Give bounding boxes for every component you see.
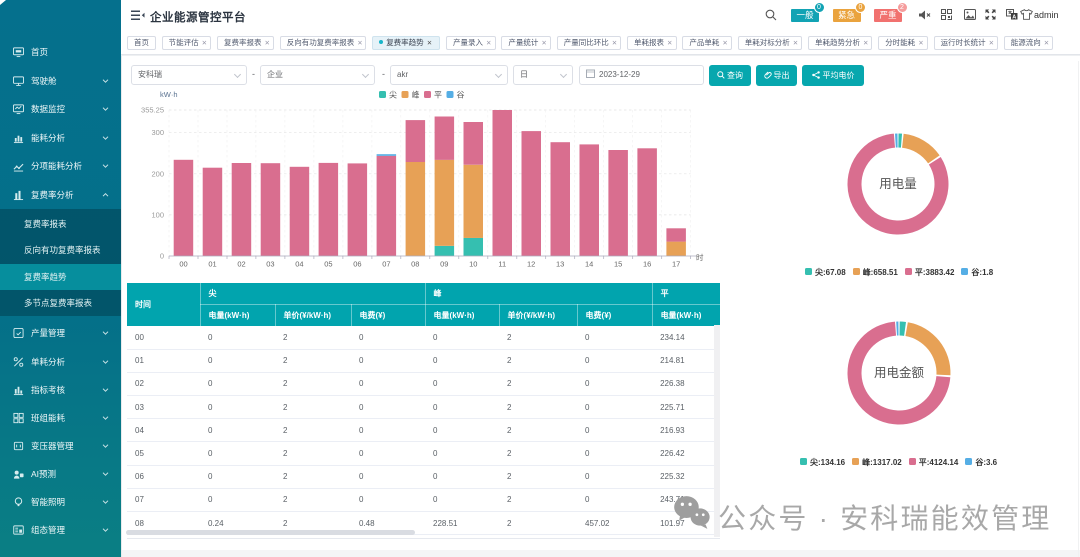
svg-text:峰: 峰 bbox=[412, 90, 420, 100]
svg-text:300: 300 bbox=[151, 128, 164, 137]
svg-text:A: A bbox=[1012, 14, 1016, 20]
svg-text:尖: 尖 bbox=[389, 90, 397, 100]
svg-text:kW·h: kW·h bbox=[160, 90, 178, 99]
svg-text:05: 05 bbox=[324, 260, 332, 269]
svg-text:13: 13 bbox=[556, 260, 564, 269]
svg-text:16: 16 bbox=[643, 260, 651, 269]
svg-text:用电金额: 用电金额 bbox=[874, 365, 925, 380]
svg-text:12: 12 bbox=[527, 260, 535, 269]
svg-text:200: 200 bbox=[151, 169, 164, 178]
svg-text:0: 0 bbox=[160, 252, 164, 261]
svg-text:07: 07 bbox=[382, 260, 390, 269]
svg-text:09: 09 bbox=[440, 260, 448, 269]
svg-text:00: 00 bbox=[179, 260, 187, 269]
svg-text:03: 03 bbox=[266, 260, 274, 269]
svg-text:11: 11 bbox=[498, 260, 506, 269]
svg-text:用电量: 用电量 bbox=[879, 177, 917, 191]
svg-text:时: 时 bbox=[696, 252, 704, 262]
svg-text:15: 15 bbox=[614, 260, 622, 269]
svg-text:04: 04 bbox=[295, 260, 303, 269]
svg-text:06: 06 bbox=[353, 260, 361, 269]
svg-text:100: 100 bbox=[151, 210, 164, 219]
svg-text:01: 01 bbox=[208, 260, 216, 269]
svg-text:08: 08 bbox=[411, 260, 419, 269]
svg-text:14: 14 bbox=[585, 260, 593, 269]
svg-text:平: 平 bbox=[434, 91, 442, 100]
svg-text:17: 17 bbox=[672, 260, 680, 269]
svg-text:02: 02 bbox=[237, 260, 245, 269]
svg-text:355.25: 355.25 bbox=[141, 106, 164, 115]
svg-text:谷: 谷 bbox=[457, 91, 465, 100]
svg-text:10: 10 bbox=[469, 260, 477, 269]
